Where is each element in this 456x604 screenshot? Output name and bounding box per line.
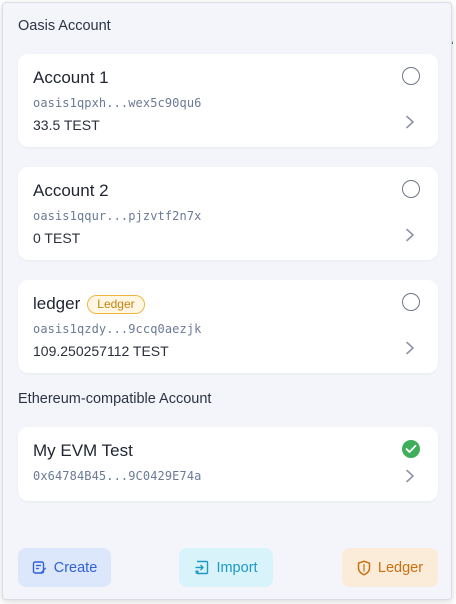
account-name-label: Account 2 <box>33 181 109 200</box>
section-title-oasis: Oasis Account <box>18 18 111 34</box>
account-selector-popup: Oasis Account Account 1 oasis1qpxh...wex… <box>2 2 452 600</box>
import-icon <box>195 560 209 575</box>
account-name: Account 1 <box>33 68 109 88</box>
account-address: oasis1qqur...pjzvtf2n7x <box>33 209 202 223</box>
account-card-my-evm-test[interactable]: My EVM Test 0x64784B45...9C0429E74a <box>18 427 438 501</box>
chevron-right-icon[interactable] <box>404 469 416 483</box>
account-address: 0x64784B45...9C0429E74a <box>33 469 202 483</box>
create-button[interactable]: Create <box>18 548 111 587</box>
import-button[interactable]: Import <box>179 548 273 587</box>
radio-unchecked-icon[interactable] <box>402 293 420 311</box>
account-balance: 109.250257112 TEST <box>33 343 169 359</box>
account-balance: 33.5 TEST <box>33 117 100 133</box>
ledger-button[interactable]: Ledger <box>342 548 438 587</box>
account-card-account-2[interactable]: Account 2 oasis1qqur...pjzvtf2n7x 0 TEST <box>18 167 438 260</box>
check-circle-icon[interactable] <box>402 440 420 458</box>
account-name-label: Account 1 <box>33 68 109 87</box>
account-name: ledger Ledger <box>33 294 145 314</box>
ledger-badge: Ledger <box>87 294 145 314</box>
account-name-label: My EVM Test <box>33 441 133 460</box>
import-button-label: Import <box>216 559 258 576</box>
ledger-button-label: Ledger <box>377 559 424 576</box>
account-address: oasis1qpxh...wex5c90qu6 <box>33 96 202 110</box>
account-name: My EVM Test <box>33 441 133 461</box>
radio-unchecked-icon[interactable] <box>402 180 420 198</box>
account-address: oasis1qzdy...9ccq0aezjk <box>33 322 202 336</box>
create-account-icon <box>32 561 47 574</box>
chevron-right-icon[interactable] <box>404 341 416 355</box>
create-button-label: Create <box>53 559 98 576</box>
ledger-shield-icon <box>357 559 371 576</box>
account-card-account-1[interactable]: Account 1 oasis1qpxh...wex5c90qu6 33.5 T… <box>18 54 438 147</box>
account-card-ledger[interactable]: ledger Ledger oasis1qzdy...9ccq0aezjk 10… <box>18 280 438 373</box>
account-name-label: ledger <box>33 294 81 313</box>
chevron-right-icon[interactable] <box>404 115 416 129</box>
radio-unchecked-icon[interactable] <box>402 67 420 85</box>
chevron-right-icon[interactable] <box>404 228 416 242</box>
account-balance: 0 TEST <box>33 230 81 246</box>
section-title-evm: Ethereum-compatible Account <box>18 391 212 407</box>
account-name: Account 2 <box>33 181 109 201</box>
